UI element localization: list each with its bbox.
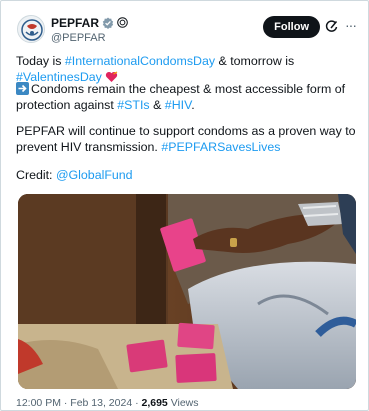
p2-mid-text: & <box>149 98 165 112</box>
gov-affiliate-icon <box>117 17 128 28</box>
follow-button[interactable]: Follow <box>263 16 320 38</box>
p1-mid-text: & tomorrow is <box>215 54 295 68</box>
mention-global-fund[interactable]: @GlobalFund <box>56 168 133 182</box>
tweet-photo[interactable] <box>18 194 356 389</box>
tweet-header: PEPFAR @PEPFAR Follow ··· <box>15 13 358 47</box>
condoms-photo-image <box>18 194 356 389</box>
more-icon[interactable]: ··· <box>345 17 357 33</box>
tweet-timestamp[interactable]: 12:00 PM · Feb 13, 2024 · <box>16 397 142 409</box>
tweet-paragraph-4: Credit: @GlobalFund <box>16 167 356 183</box>
views-count: 2,695 <box>141 397 168 409</box>
avatar[interactable] <box>17 15 45 43</box>
tweet-meta: 12:00 PM · Feb 13, 2024 · 2,695 Views <box>16 397 199 409</box>
hashtag-stis[interactable]: #STIs <box>117 98 149 112</box>
verified-badge-icon <box>102 17 114 29</box>
avatar-icon <box>18 16 44 42</box>
author-handle[interactable]: @PEPFAR <box>51 32 128 44</box>
hashtag-international-condoms-day[interactable]: #InternationalCondomsDay <box>65 54 215 68</box>
author-display-name[interactable]: PEPFAR <box>51 16 99 30</box>
tweet-card: PEPFAR @PEPFAR Follow ··· Today is #Inte… <box>0 0 369 411</box>
p2-end-text: . <box>191 98 195 112</box>
tweet-paragraph-3: PEPFAR will continue to support condoms … <box>16 123 356 155</box>
hashtag-hiv[interactable]: #HIV <box>165 98 191 112</box>
p1-text: Today is <box>16 54 65 68</box>
grok-icon[interactable] <box>325 20 338 38</box>
right-arrow-icon <box>16 82 29 95</box>
views-label: Views <box>167 397 199 409</box>
hashtag-pepfar-saves-lives[interactable]: #PEPFARSavesLives <box>161 140 280 154</box>
tweet-paragraph-2: Condoms remain the cheapest & most acces… <box>16 81 356 113</box>
credit-label: Credit: <box>16 168 56 182</box>
